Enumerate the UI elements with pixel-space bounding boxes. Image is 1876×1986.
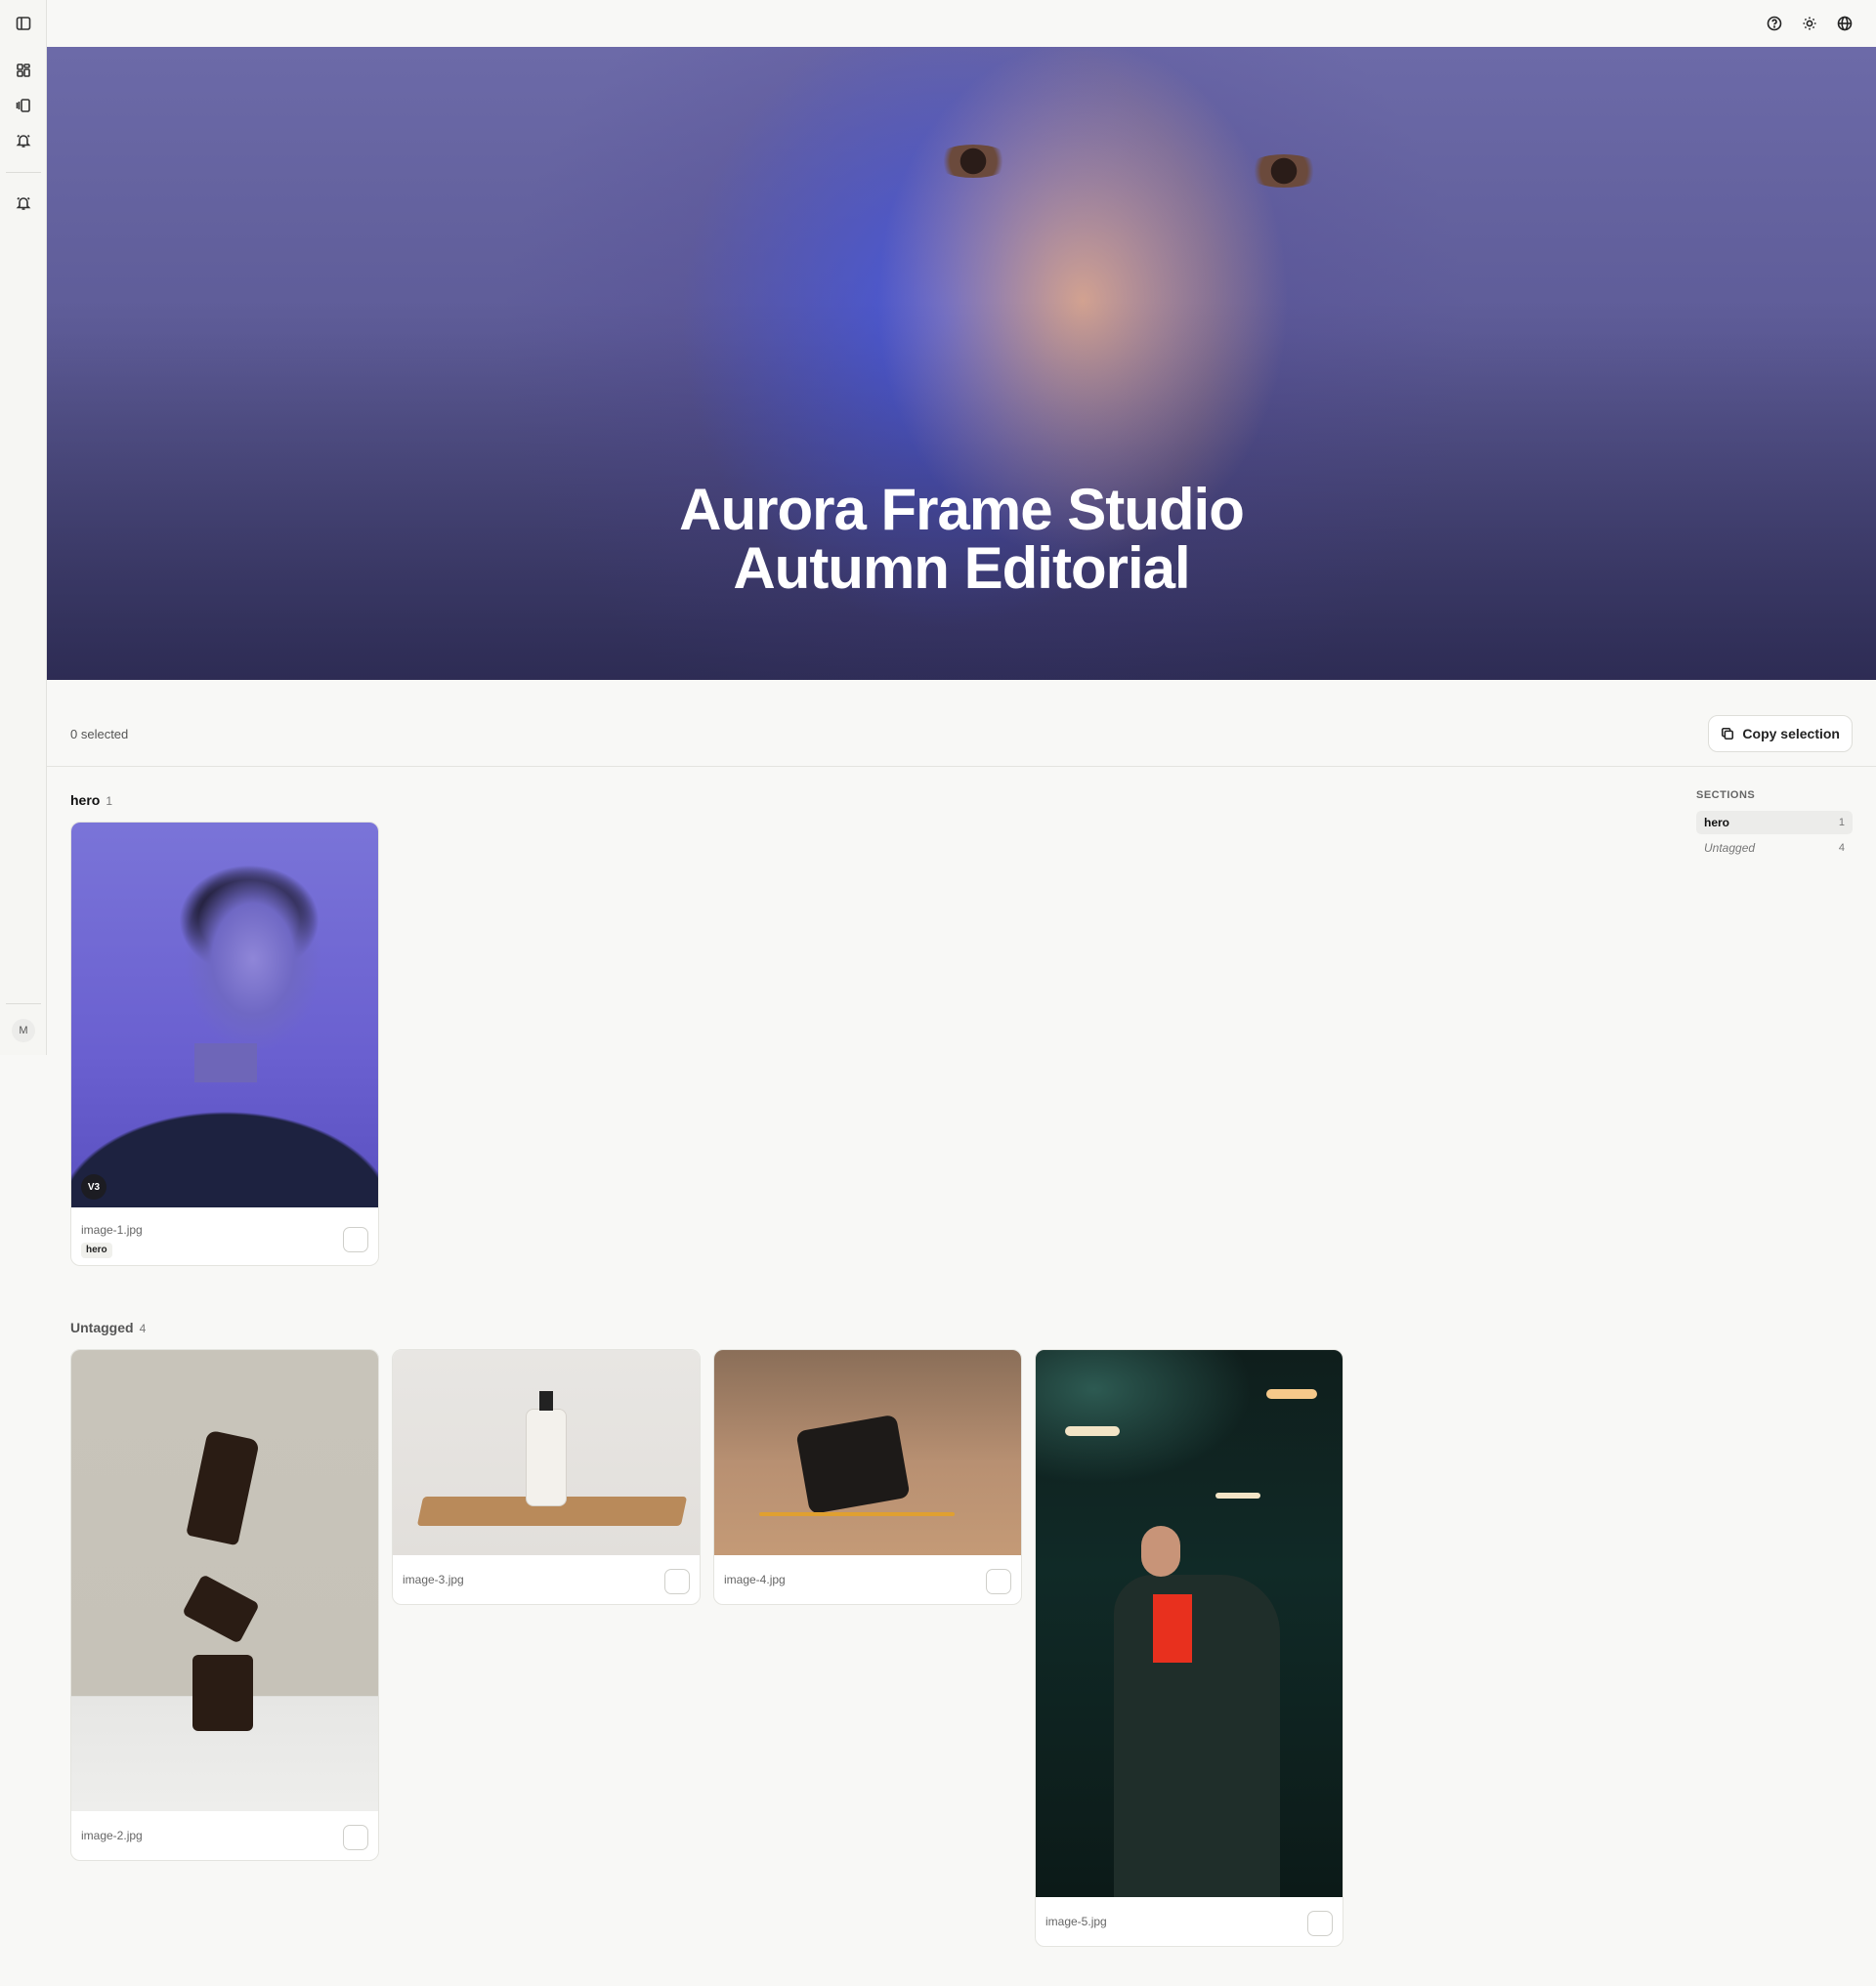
selection-bar: 0 selected Copy selection	[47, 680, 1876, 767]
sections-nav-item-label: hero	[1704, 816, 1730, 829]
image-thumbnail-detail	[539, 1391, 553, 1411]
image-card[interactable]: image-5.jpg	[1035, 1349, 1343, 1947]
image-thumbnail-detail	[759, 1512, 955, 1516]
sections-nav-title: SECTIONS	[1696, 789, 1756, 801]
copy-selection-button[interactable]: Copy selection	[1708, 715, 1853, 752]
image-filename: image-5.jpg	[1045, 1915, 1107, 1928]
sidebar-toggle-icon[interactable]	[12, 12, 35, 35]
image-thumbnail-detail	[795, 1414, 911, 1515]
group-title: Untagged	[70, 1320, 134, 1335]
sun-icon[interactable]	[1798, 12, 1821, 35]
image-thumbnail-detail	[182, 1574, 260, 1644]
sections-nav: SECTIONS hero 1 Untagged 4	[1696, 789, 1853, 862]
image-thumbnail-detail	[1114, 1575, 1280, 1897]
image-card[interactable]: image-3.jpg	[392, 1349, 701, 1605]
image-thumbnail-detail	[1266, 1389, 1317, 1399]
copy-icon	[1722, 727, 1734, 740]
sections-nav-item-count: 4	[1838, 842, 1845, 854]
image-filename: image-3.jpg	[403, 1573, 464, 1586]
image-card[interactable]: V3 image-1.jpg hero	[70, 822, 379, 1266]
image-thumbnail[interactable]	[714, 1350, 1021, 1555]
avatar[interactable]: M	[12, 1019, 35, 1042]
image-card-footer: image-4.jpg	[714, 1555, 1021, 1604]
image-thumbnail-detail	[1153, 1594, 1192, 1663]
group-header-hero: hero 1	[70, 792, 112, 808]
image-thumbnail-detail	[1141, 1526, 1180, 1577]
image-card-footer: image-2.jpg	[71, 1811, 378, 1860]
select-checkbox[interactable]	[1307, 1911, 1333, 1936]
sidebar-divider	[6, 172, 41, 173]
image-filename: image-2.jpg	[81, 1829, 143, 1842]
image-thumbnail-detail	[186, 1429, 260, 1546]
sections-nav-item-untagged[interactable]: Untagged 4	[1696, 836, 1853, 860]
image-card[interactable]: image-2.jpg	[70, 1349, 379, 1861]
sections-nav-item-label: Untagged	[1704, 841, 1756, 855]
sidebar-divider	[6, 1003, 41, 1004]
image-card-footer: image-3.jpg	[393, 1555, 700, 1604]
group-title: hero	[70, 792, 101, 808]
hero-banner: Aurora Frame Studio Autumn Editorial	[47, 47, 1876, 680]
bell-icon[interactable]	[12, 129, 35, 152]
hero-title-line: Autumn Editorial	[733, 535, 1190, 601]
bell-icon[interactable]	[12, 191, 35, 215]
globe-icon[interactable]	[1833, 12, 1856, 35]
grid-icon[interactable]	[12, 59, 35, 82]
image-tag: hero	[81, 1243, 112, 1258]
select-checkbox[interactable]	[343, 1227, 368, 1252]
top-bar	[47, 0, 1876, 47]
image-thumbnail-detail	[194, 1043, 257, 1082]
image-filename: image-4.jpg	[724, 1573, 786, 1586]
image-card[interactable]: image-4.jpg	[713, 1349, 1022, 1605]
group-header-untagged: Untagged 4	[70, 1320, 146, 1335]
select-checkbox[interactable]	[664, 1569, 690, 1594]
image-thumbnail-detail	[526, 1409, 567, 1506]
gallery-icon[interactable]	[12, 94, 35, 117]
sections-nav-item-hero[interactable]: hero 1	[1696, 811, 1853, 834]
select-checkbox[interactable]	[343, 1825, 368, 1850]
image-card-footer: image-1.jpg hero	[71, 1207, 378, 1258]
image-thumbnail-detail	[71, 1071, 378, 1207]
help-icon[interactable]	[1763, 12, 1786, 35]
group-count: 4	[139, 1322, 147, 1335]
image-thumbnail[interactable]	[393, 1350, 700, 1555]
select-checkbox[interactable]	[986, 1569, 1011, 1594]
selection-count: 0 selected	[70, 727, 129, 741]
image-card-footer: image-5.jpg	[1036, 1897, 1343, 1946]
image-thumbnail-detail	[192, 1655, 253, 1731]
version-badge: V3	[81, 1174, 107, 1200]
hero-title: Aurora Frame Studio Autumn Editorial	[47, 481, 1876, 598]
hero-title-line: Aurora Frame Studio	[679, 477, 1245, 542]
sections-nav-item-count: 1	[1838, 817, 1845, 828]
image-thumbnail[interactable]: V3	[71, 823, 378, 1207]
image-thumbnail-detail	[1065, 1426, 1120, 1436]
copy-selection-label: Copy selection	[1742, 726, 1840, 741]
image-thumbnail-detail	[1215, 1493, 1260, 1499]
sidebar: M	[0, 0, 47, 1055]
image-thumbnail[interactable]	[71, 1350, 378, 1811]
image-thumbnail[interactable]	[1036, 1350, 1343, 1897]
group-count: 1	[106, 794, 113, 808]
image-filename: image-1.jpg	[81, 1223, 143, 1237]
